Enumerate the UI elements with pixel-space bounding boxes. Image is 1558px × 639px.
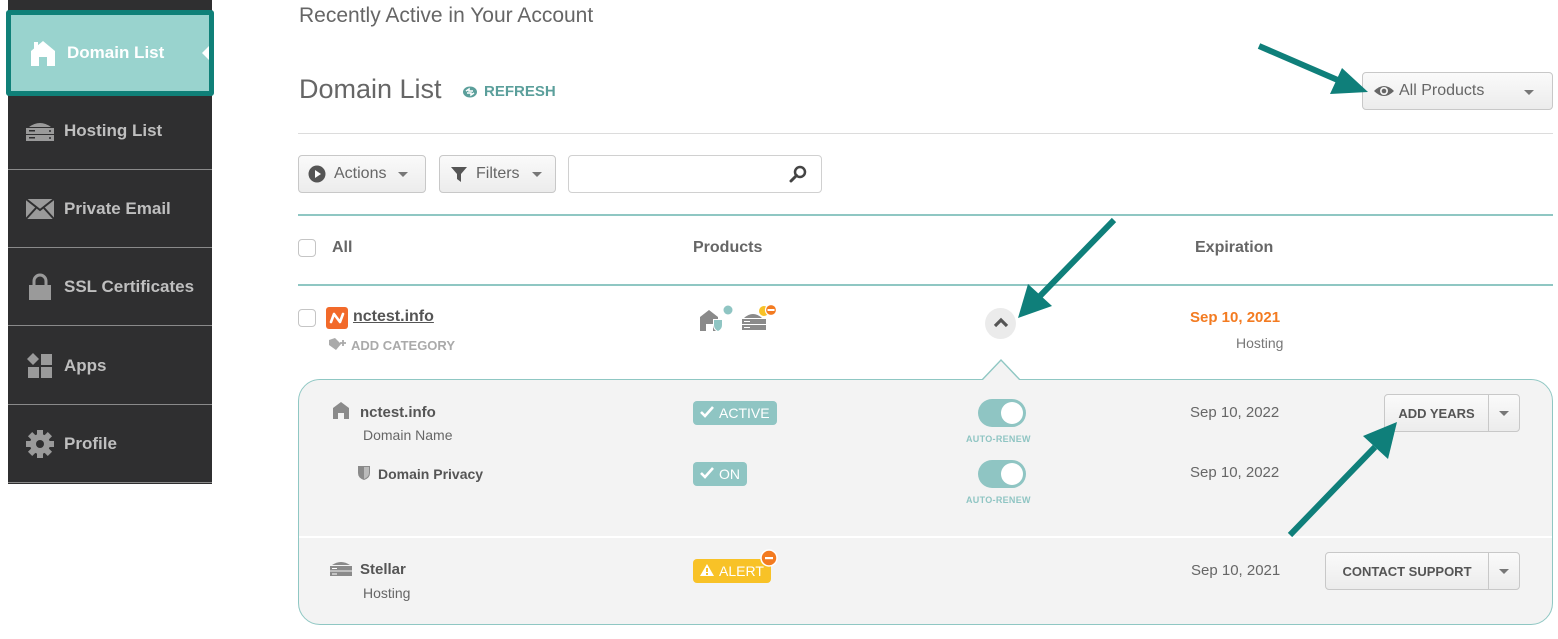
sidebar-item-label: Hosting List: [64, 120, 163, 140]
play-circle-icon: [308, 165, 326, 183]
annotation-arrow: [1257, 43, 1368, 94]
contact-support-dropdown-toggle[interactable]: [1489, 553, 1519, 589]
status-badge: ON: [693, 462, 747, 486]
column-header-all: All: [332, 239, 353, 256]
contact-support-split-button: CONTACT SUPPORT: [1325, 552, 1520, 590]
auto-renew-toggle[interactable]: [978, 460, 1026, 488]
sidebar-item-domain-list[interactable]: Domain List: [6, 10, 214, 96]
annotation-arrow: [1018, 217, 1117, 318]
page-title: Domain List: [299, 74, 442, 104]
namecheap-logo-icon: [326, 307, 348, 329]
column-header-expiration: Expiration: [1195, 239, 1274, 256]
refresh-label: REFRESH: [484, 83, 556, 100]
detail-title: Domain Privacy: [378, 466, 484, 482]
server-icon: [24, 117, 56, 145]
domain-privacy-icon[interactable]: [698, 305, 734, 338]
gear-icon: [24, 429, 56, 458]
add-years-button[interactable]: ADD YEARS: [1385, 395, 1489, 431]
panel-divider: [299, 536, 1552, 538]
checkmark-icon: [699, 405, 715, 422]
sidebar-item-label: Domain List: [67, 43, 165, 62]
detail-title: nctest.info: [360, 404, 436, 421]
status-label: ON: [719, 466, 740, 482]
refresh-icon: [462, 84, 478, 100]
recent-activity-title: Recently Active in Your Account: [299, 4, 594, 27]
envelope-icon: [24, 195, 56, 223]
filters-label: Filters: [476, 165, 520, 182]
sidebar-item-profile[interactable]: Profile: [8, 405, 212, 483]
add-years-split-button: ADD YEARS: [1384, 394, 1520, 432]
search-box: [568, 155, 822, 193]
sidebar-item-apps[interactable]: Apps: [8, 327, 212, 405]
eye-icon: [1373, 84, 1395, 98]
hosting-alert-icon[interactable]: [740, 303, 778, 338]
select-all-checkbox[interactable]: [298, 239, 316, 257]
chevron-down-icon: [1524, 90, 1534, 95]
sidebar-item-label: Private Email: [64, 198, 171, 218]
column-header-products: Products: [693, 239, 763, 256]
auto-renew-label: AUTO-RENEW: [966, 495, 1031, 505]
header-divider: [298, 133, 1553, 134]
home-icon: [27, 39, 59, 67]
domain-link[interactable]: nctest.info: [353, 308, 434, 326]
table-header-border: [298, 284, 1553, 286]
sidebar-item-label: Profile: [64, 433, 117, 453]
detail-expiration: Sep 10, 2021: [1191, 562, 1281, 579]
status-badge: ACTIVE: [693, 401, 777, 425]
chevron-down-icon: [1499, 410, 1509, 416]
expiration-date: Sep 10, 2021: [1190, 309, 1281, 326]
detail-expiration: Sep 10, 2022: [1190, 404, 1280, 421]
table-top-border: [298, 214, 1553, 216]
chevron-down-icon: [531, 171, 542, 177]
minus-circle-icon: [760, 549, 778, 572]
warning-icon: [699, 563, 715, 580]
apps-icon: [24, 352, 56, 380]
home-icon: [332, 401, 350, 424]
filters-button[interactable]: Filters: [439, 155, 556, 193]
tag-plus-icon: [328, 337, 348, 354]
products-filter-dropdown[interactable]: All Products: [1362, 72, 1553, 110]
sidebar-item-private-email[interactable]: Private Email: [8, 170, 212, 248]
sidebar-item-hosting-list[interactable]: Hosting List: [8, 92, 212, 170]
auto-renew-label: AUTO-RENEW: [966, 434, 1031, 444]
expiration-type: Hosting: [1236, 335, 1284, 351]
refresh-button[interactable]: REFRESH: [462, 83, 556, 100]
search-input[interactable]: [569, 156, 769, 192]
filter-icon: [450, 165, 468, 183]
toggle-knob: [1001, 463, 1023, 485]
panel-pointer-fill: [982, 361, 1020, 381]
chevron-down-icon: [1499, 568, 1509, 574]
add-years-dropdown-toggle[interactable]: [1489, 395, 1519, 431]
contact-support-button[interactable]: CONTACT SUPPORT: [1326, 553, 1489, 589]
status-label: ACTIVE: [719, 405, 770, 421]
server-icon: [329, 559, 353, 582]
status-label: ALERT: [719, 563, 764, 579]
auto-renew-toggle[interactable]: [978, 399, 1026, 427]
detail-subtitle: Hosting: [363, 585, 411, 601]
add-category-button[interactable]: ADD CATEGORY: [328, 337, 455, 354]
toggle-knob: [1001, 402, 1023, 424]
products-filter-value: All Products: [1399, 82, 1485, 99]
add-category-label: ADD CATEGORY: [351, 338, 455, 353]
collapse-row-button[interactable]: [985, 308, 1016, 339]
search-icon[interactable]: [789, 165, 807, 183]
lock-icon: [24, 273, 56, 301]
row-checkbox[interactable]: [298, 309, 316, 327]
chevron-down-icon: [398, 171, 409, 177]
detail-title: Stellar: [360, 561, 406, 578]
chevron-up-icon: [993, 315, 1009, 333]
sidebar-item-label: Apps: [64, 355, 107, 375]
detail-expiration: Sep 10, 2022: [1190, 464, 1280, 481]
shield-icon: [357, 465, 371, 486]
actions-label: Actions: [334, 165, 387, 182]
actions-button[interactable]: Actions: [298, 155, 426, 193]
active-indicator: [202, 46, 209, 60]
checkmark-icon: [699, 466, 715, 483]
detail-subtitle: Domain Name: [363, 427, 453, 443]
sidebar-item-ssl-certificates[interactable]: SSL Certificates: [8, 248, 212, 326]
sidebar-item-label: SSL Certificates: [64, 276, 195, 296]
